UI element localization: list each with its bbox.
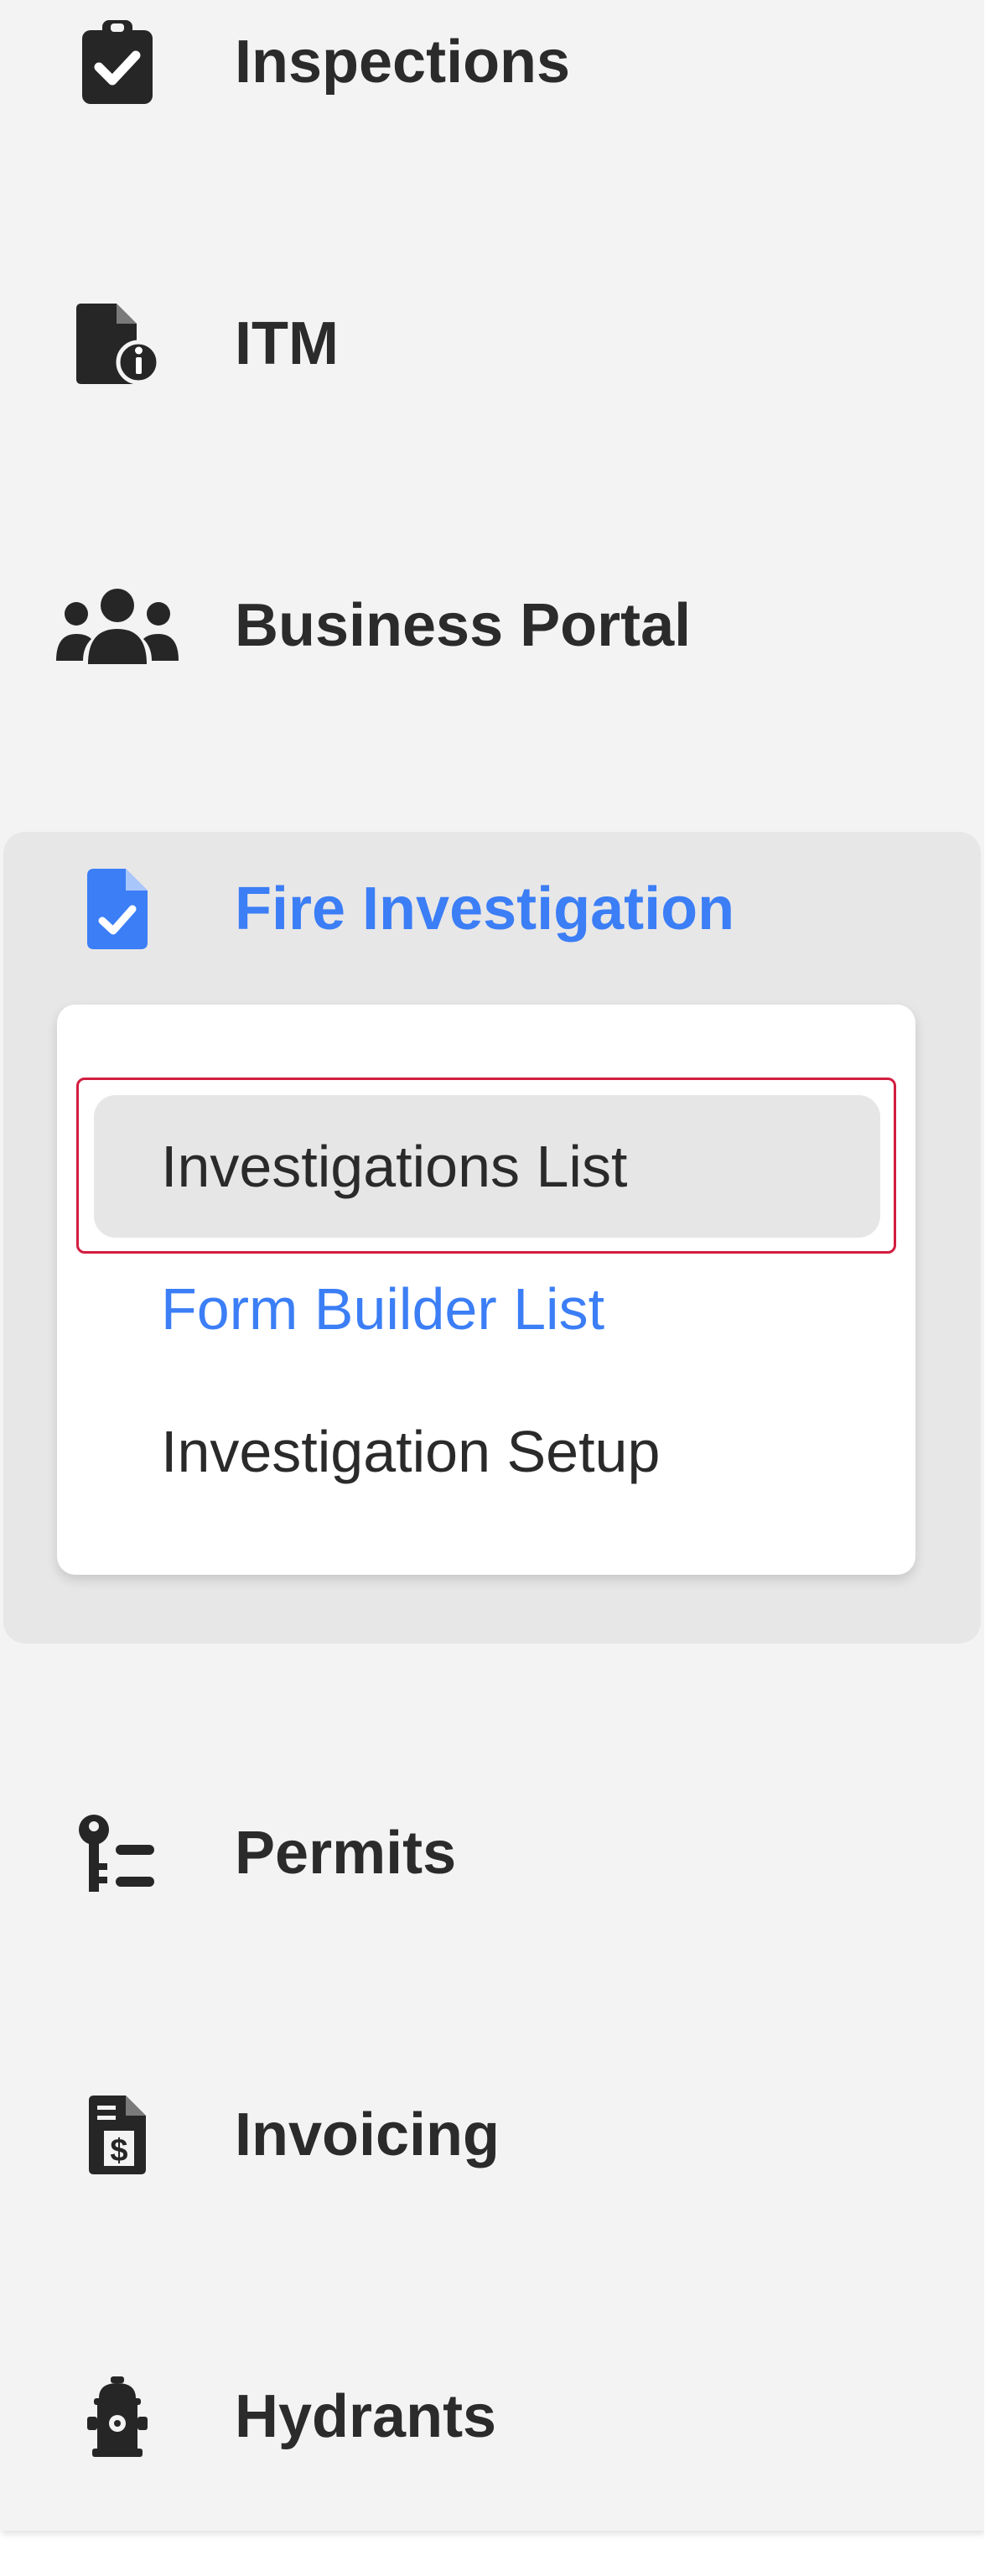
- sidebar-item-business-portal[interactable]: Business Portal: [0, 525, 984, 726]
- file-dollar-icon: $: [50, 2085, 184, 2185]
- submenu-item-label: Form Builder List: [161, 1276, 605, 1342]
- sidebar-item-label: Permits: [235, 1820, 457, 1887]
- sidebar-item-label: Hydrants: [235, 2383, 497, 2450]
- submenu-item-investigation-setup[interactable]: Investigation Setup: [94, 1380, 880, 1523]
- svg-text:$: $: [110, 2133, 127, 2168]
- sidebar-item-itm[interactable]: ITM: [0, 243, 984, 444]
- fire-hydrant-icon: [50, 2366, 184, 2467]
- key-list-icon: [50, 1803, 184, 1903]
- sidebar-item-label: Inspections: [235, 29, 571, 96]
- file-info-icon: [50, 293, 184, 394]
- file-check-icon: [50, 859, 184, 959]
- sidebar-item-label: Fire Investigation: [235, 875, 735, 943]
- clipboard-check-icon: [50, 12, 184, 112]
- sidebar-item-label: ITM: [235, 310, 339, 377]
- sidebar-item-permits[interactable]: Permits: [0, 1753, 984, 1954]
- sidebar-item-hydrants[interactable]: Hydrants: [0, 2316, 984, 2517]
- submenu-item-label: Investigations List: [161, 1134, 628, 1199]
- sidebar-item-label: Invoicing: [235, 2101, 500, 2168]
- fire-investigation-submenu: Investigations List Form Builder List In…: [57, 1005, 915, 1575]
- content-edge: [984, 0, 1006, 2576]
- submenu-item-form-builder-list[interactable]: Form Builder List: [94, 1238, 880, 1380]
- sidebar-item-invoicing[interactable]: $ Invoicing: [0, 2034, 984, 2236]
- sidebar-item-fire-investigation[interactable]: Fire Investigation: [0, 808, 984, 1010]
- sidebar-nav: Inspections ITM Business Portal Fire Inv…: [0, 0, 984, 2531]
- sidebar-item-inspections[interactable]: Inspections: [0, 0, 984, 163]
- submenu-item-investigations-list[interactable]: Investigations List: [94, 1095, 880, 1238]
- users-group-icon: [50, 575, 184, 676]
- submenu-item-label: Investigation Setup: [161, 1419, 661, 1484]
- sidebar-item-label: Business Portal: [235, 592, 692, 659]
